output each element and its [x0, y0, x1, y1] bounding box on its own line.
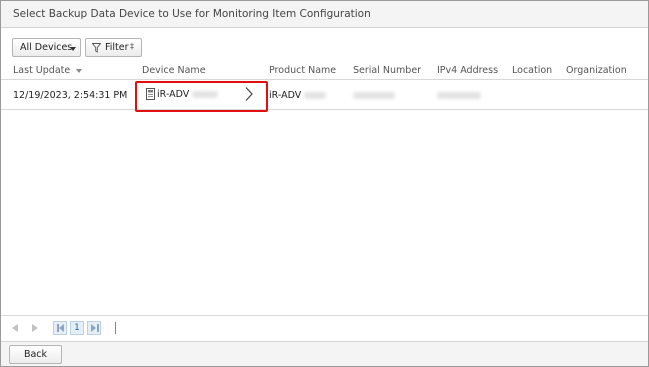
- column-header-product-name[interactable]: Product Name: [269, 65, 336, 76]
- back-button[interactable]: Back: [9, 345, 62, 364]
- column-label: Last Update: [13, 65, 71, 76]
- column-label: Location: [512, 65, 553, 76]
- filter-label: Filter: [105, 42, 129, 53]
- table-row[interactable]: 12/19/2023, 2:54:31 PM iR-ADV: [1, 80, 648, 110]
- column-header-device-name[interactable]: Device Name: [142, 65, 206, 76]
- serial-number-cell: [353, 90, 395, 101]
- dialog-title: Select Backup Data Device to Use for Mon…: [13, 8, 371, 20]
- pager-next-arrow-icon[interactable]: [32, 324, 38, 332]
- pager-text-cursor: [115, 322, 116, 334]
- column-header-location[interactable]: Location: [512, 65, 552, 76]
- device-filter-label: All Devices: [20, 42, 73, 53]
- toolbar: All Devices Filter ‡: [1, 28, 648, 61]
- highlight-box: [135, 81, 268, 112]
- column-header-organization[interactable]: Organization: [566, 65, 627, 76]
- redacted-text: [353, 92, 395, 99]
- last-update-cell: 12/19/2023, 2:54:31 PM: [13, 90, 128, 101]
- last-page-icon: [97, 324, 99, 332]
- column-label: IPv4 Address: [437, 65, 499, 76]
- column-header-last-update[interactable]: Last Update: [13, 65, 83, 76]
- redacted-text: [437, 92, 481, 99]
- monitoring-item-device-dialog: Select Backup Data Device to Use for Mon…: [0, 0, 649, 367]
- funnel-icon: [92, 43, 101, 53]
- column-header-serial-number[interactable]: Serial Number: [353, 65, 421, 76]
- column-label: Serial Number: [353, 65, 422, 76]
- last-page-arrow-icon: [91, 324, 96, 332]
- product-name-cell: iR-ADV: [269, 90, 327, 101]
- pager: 1: [1, 315, 648, 341]
- column-header-ipv4-address[interactable]: IPv4 Address: [437, 65, 498, 76]
- column-label: Product Name: [269, 65, 337, 76]
- page-number-button[interactable]: 1: [70, 321, 84, 335]
- ipv4-address-cell: [437, 90, 481, 101]
- sort-desc-icon: [76, 68, 83, 73]
- column-label: Device Name: [142, 65, 206, 76]
- pager-prev-arrow-icon[interactable]: [12, 324, 18, 332]
- filter-button[interactable]: Filter ‡: [85, 38, 142, 57]
- dialog-footer: Back: [1, 341, 648, 366]
- dialog-title-bar: Select Backup Data Device to Use for Mon…: [1, 1, 648, 28]
- caret-down-icon: [70, 47, 76, 51]
- last-page-button[interactable]: [87, 321, 101, 335]
- first-page-arrow-icon: [59, 324, 64, 332]
- first-page-button[interactable]: [53, 321, 67, 335]
- table-header: Last Update Device Name Product Name Ser…: [1, 61, 648, 80]
- column-label: Organization: [566, 65, 627, 76]
- double-chevron-down-icon: ‡: [130, 42, 134, 51]
- device-filter-dropdown[interactable]: All Devices: [12, 38, 81, 57]
- redacted-text: [304, 92, 327, 99]
- product-name-text: iR-ADV: [269, 90, 302, 101]
